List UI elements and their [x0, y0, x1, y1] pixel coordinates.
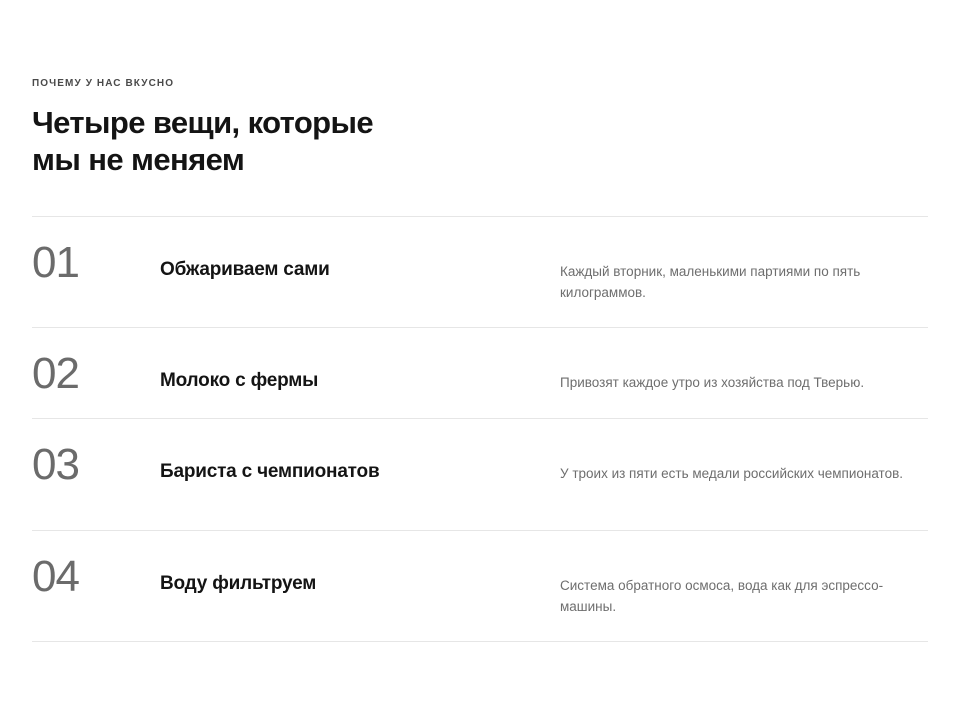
- feature-title: Бариста с чемпионатов: [160, 461, 380, 482]
- section-title-line-1: Четыре вещи, которые: [32, 105, 374, 140]
- section-eyebrow: ПОЧЕМУ У НАС ВКУСНО: [32, 78, 175, 89]
- feature-description: Каждый вторник, маленькими партиями по п…: [560, 264, 861, 300]
- feature-description: У троих из пяти есть медали российских ч…: [560, 466, 904, 481]
- feature-list: 01 Обжариваем сами Каждый вторник, мален…: [32, 216, 928, 642]
- feature-title: Молоко с фермы: [160, 370, 319, 391]
- feature-description: Привозят каждое утро из хозяйства под Тв…: [560, 375, 865, 390]
- feature-row: 03 Бариста с чемпионатов У троих из пяти…: [32, 419, 928, 531]
- feature-title: Обжариваем сами: [160, 259, 330, 280]
- feature-row: 04 Воду фильтруем Система обратного осмо…: [32, 531, 928, 642]
- feature-number: 01: [32, 238, 80, 287]
- feature-title: Воду фильтруем: [160, 573, 317, 594]
- feature-number: 02: [32, 349, 80, 398]
- feature-row: 01 Обжариваем сами Каждый вторник, мален…: [32, 217, 928, 328]
- section-title: Четыре вещи, которые мы не меняем: [32, 104, 452, 178]
- section-title-line-2: мы не меняем: [32, 142, 245, 177]
- feature-row: 02 Молоко с фермы Привозят каждое утро и…: [32, 328, 928, 419]
- feature-description: Система обратного осмоса, вода как для э…: [560, 578, 884, 614]
- feature-number: 03: [32, 440, 80, 489]
- feature-number: 04: [32, 552, 80, 601]
- features-section: ПОЧЕМУ У НАС ВКУСНО Четыре вещи, которые…: [0, 0, 960, 720]
